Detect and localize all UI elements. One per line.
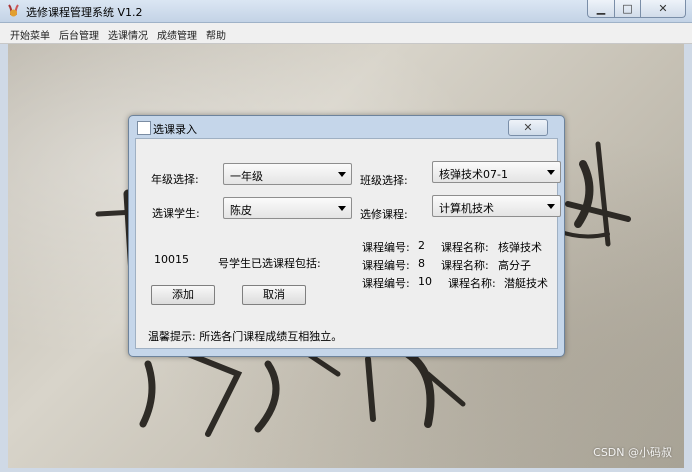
dialog-content: 年级选择: 一年级 班级选择: 核弹技术07-1 选课学生: 陈皮 选修课程: … — [135, 138, 561, 349]
chevron-down-icon — [338, 172, 346, 177]
java-app-icon — [137, 121, 151, 135]
menu-start[interactable]: 开始菜单 — [10, 27, 50, 42]
course-entry-dialog: 选课录入 ✕ 年级选择: 一年级 班级选择: 核弹技术07-1 选课学生: 陈皮… — [128, 115, 565, 357]
add-button[interactable]: 添加 — [151, 285, 215, 305]
dialog-title-bar: 选课录入 ✕ — [129, 116, 564, 138]
selected-courses-label: 号学生已选课程包括: — [218, 257, 321, 270]
window-title: 选修课程管理系统 V1.2 — [26, 6, 143, 19]
chevron-down-icon — [547, 170, 555, 175]
course-no: 2 — [418, 239, 425, 252]
grade-value: 一年级 — [230, 170, 263, 183]
grade-select[interactable]: 一年级 — [223, 163, 352, 185]
student-label: 选课学生: — [152, 207, 200, 220]
menu-enrollment[interactable]: 选课情况 — [108, 27, 148, 42]
course-no-label: 课程编号: — [362, 241, 410, 254]
minimize-button[interactable]: ▁ — [587, 0, 615, 18]
chevron-down-icon — [338, 206, 346, 211]
close-button[interactable]: ✕ — [641, 0, 686, 18]
minimize-icon: ▁ — [596, 2, 606, 15]
menu-bar: 开始菜单 后台管理 选课情况 成绩管理 帮助 — [0, 23, 692, 44]
course-name: 高分子 — [498, 259, 531, 272]
course-name: 潜艇技术 — [504, 277, 548, 290]
class-value: 核弹技术07-1 — [439, 168, 508, 181]
grade-label: 年级选择: — [151, 173, 199, 186]
menu-admin[interactable]: 后台管理 — [59, 27, 99, 42]
chevron-down-icon — [547, 204, 555, 209]
class-label: 班级选择: — [360, 174, 408, 187]
close-icon: ✕ — [523, 121, 533, 134]
course-name-label: 课程名称: — [441, 241, 489, 254]
course-select[interactable]: 计算机技术 — [432, 195, 561, 217]
dialog-title: 选课录入 — [153, 123, 197, 136]
course-no: 8 — [418, 257, 425, 270]
app-icon — [8, 4, 19, 17]
course-name-label: 课程名称: — [448, 277, 496, 290]
class-select[interactable]: 核弹技术07-1 — [432, 161, 561, 183]
menu-help[interactable]: 帮助 — [206, 27, 226, 42]
course-name-label: 课程名称: — [441, 259, 489, 272]
cancel-button[interactable]: 取消 — [242, 285, 306, 305]
menu-grades[interactable]: 成绩管理 — [157, 27, 197, 42]
student-select[interactable]: 陈皮 — [223, 197, 352, 219]
window-title-bar: 选修课程管理系统 V1.2 ▁ □ ✕ — [0, 0, 692, 23]
course-no-label: 课程编号: — [362, 277, 410, 290]
dialog-close-button[interactable]: ✕ — [508, 119, 548, 136]
course-no: 10 — [418, 275, 432, 288]
watermark: CSDN @小码叔 — [593, 446, 672, 459]
student-id: 10015 — [154, 253, 189, 266]
maximize-icon: □ — [622, 2, 633, 15]
maximize-button[interactable]: □ — [615, 0, 641, 18]
tip-text: 温馨提示: 所选各门课程成绩互相独立。 — [148, 330, 343, 343]
close-icon: ✕ — [658, 2, 668, 15]
course-label: 选修课程: — [360, 208, 408, 221]
student-value: 陈皮 — [230, 204, 252, 217]
course-value: 计算机技术 — [439, 202, 494, 215]
course-no-label: 课程编号: — [362, 259, 410, 272]
course-name: 核弹技术 — [498, 241, 542, 254]
